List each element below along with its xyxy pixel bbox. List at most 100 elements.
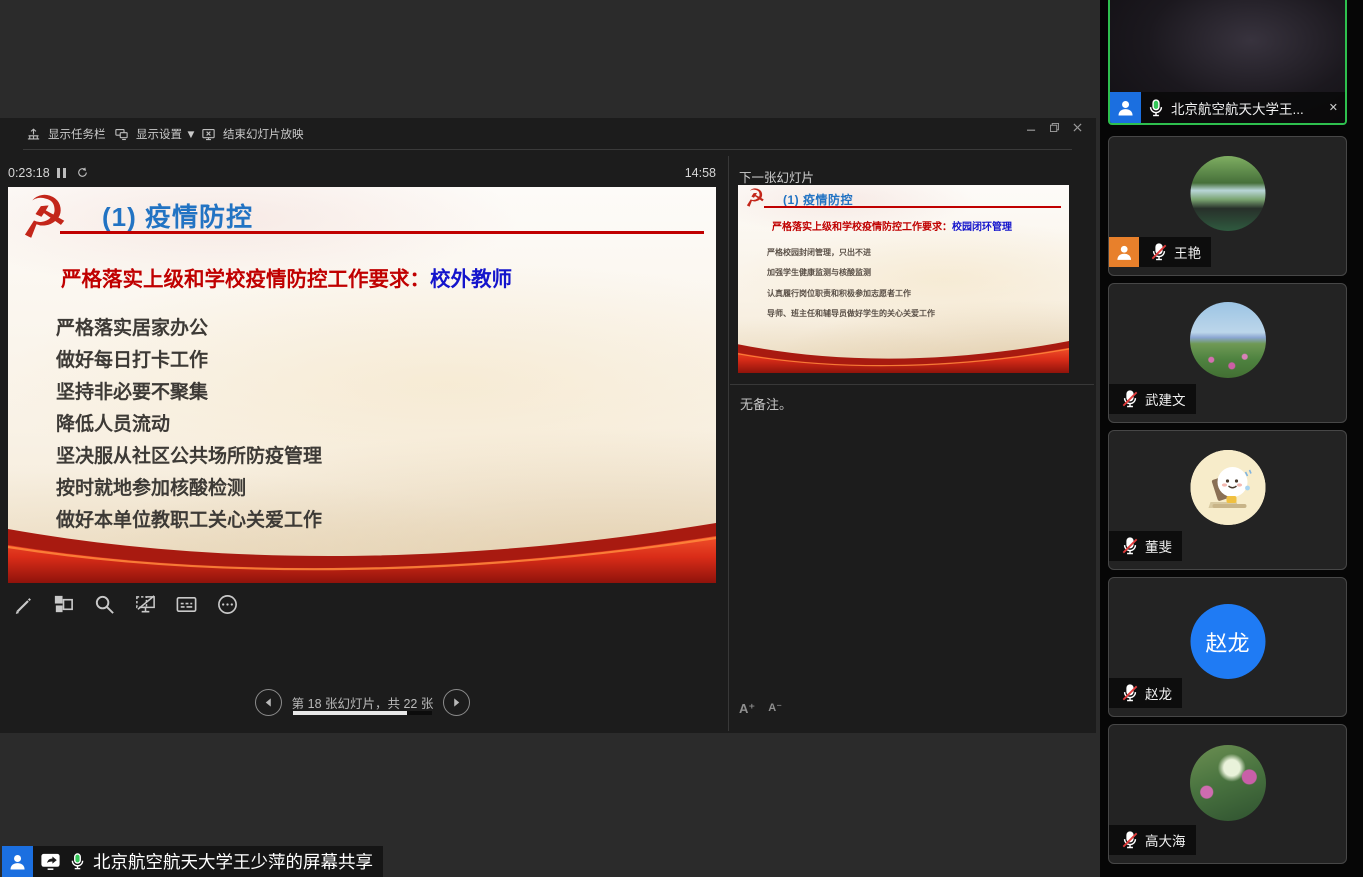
show-taskbar-button[interactable]: 显示任务栏	[26, 124, 106, 144]
participant-namechip: 武建文	[1109, 384, 1196, 414]
increase-font-button[interactable]: A⁺	[739, 701, 755, 717]
participant-tile[interactable]: 武建文	[1108, 283, 1347, 423]
participant-name: 董斐	[1145, 536, 1172, 556]
taskbar-icon	[26, 127, 41, 142]
annotation-tools	[10, 592, 239, 616]
slide-bullet: 坚决服从社区公共场所防疫管理	[56, 441, 322, 468]
notes-divider	[730, 384, 1094, 385]
slideshow-progress-bar	[293, 711, 432, 715]
notes-font-controls: A⁺ A⁻	[739, 701, 782, 717]
preview-slide-subtitle: 严格落实上级和学校疫情防控工作要求：校园闭环管理	[772, 218, 1012, 233]
participant-avatar	[1190, 450, 1265, 525]
mic-muted-icon	[1120, 536, 1140, 556]
current-slide: ☭ (1) 疫情防控 严格落实上级和学校疫情防控工作要求：校外教师 严格落实居家…	[8, 187, 716, 583]
participant-avatar	[1190, 745, 1266, 821]
participant-badge	[1110, 92, 1141, 123]
presenter-toolbar: 显示任务栏 显示设置 ▼ 结束幻灯片放映	[0, 118, 1096, 150]
participant-namechip: 高大海	[1109, 825, 1196, 855]
wall-clock: 14:58	[685, 166, 716, 180]
slide-bullet: 降低人员流动	[56, 409, 170, 436]
cartoon-avatar-graphic	[1190, 450, 1265, 525]
mic-muted-icon	[1149, 242, 1169, 262]
zoom-slide-button[interactable]	[92, 592, 116, 616]
display-settings-button[interactable]: 显示设置 ▼	[114, 124, 197, 144]
end-slideshow-label: 结束幻灯片放映	[223, 126, 304, 142]
pen-tool-button[interactable]	[10, 592, 34, 616]
subtitle-red-text: 严格落实上级和学校疫情防控工作要求：	[772, 222, 952, 233]
restore-button[interactable]	[1047, 120, 1061, 134]
pause-timer-button[interactable]	[57, 168, 66, 178]
participant-tile-speaking[interactable]: 北京航空航天大学王... ✕	[1108, 0, 1347, 125]
slide-bullet: 做好每日打卡工作	[56, 345, 208, 372]
subtitles-button[interactable]	[174, 592, 198, 616]
timer-row: 0:23:18 14:58	[8, 166, 716, 182]
subtitle-blue-text: 校外教师	[430, 268, 512, 291]
preview-bullet: 认真履行岗位职责和积极参加志愿者工作	[767, 288, 911, 299]
share-banner-chip: 北京航空航天大学王少萍的屏幕共享	[33, 846, 383, 877]
speaker-notes: 无备注。	[740, 394, 792, 413]
elapsed-timer: 0:23:18	[8, 166, 50, 180]
subtitle-red-text: 严格落实上级和学校疫情防控工作要求：	[61, 268, 430, 291]
preview-bullet: 加强学生健康监测与核酸监测	[767, 267, 871, 278]
slide-bullet: 坚持非必要不聚集	[56, 377, 208, 404]
end-slideshow-icon	[201, 127, 216, 142]
mic-muted-icon	[1120, 830, 1140, 850]
participant-tile[interactable]: 王艳	[1108, 136, 1347, 276]
person-icon	[7, 851, 28, 872]
black-screen-button[interactable]	[133, 592, 157, 616]
participant-name: 北京航空航天大学王...	[1171, 98, 1322, 118]
avatar-initials: 赵龙	[1205, 626, 1249, 658]
screen-share-icon	[39, 850, 62, 873]
slide-bullet: 按时就地参加核酸检测	[56, 473, 246, 500]
restart-timer-button[interactable]	[76, 166, 89, 182]
next-slide-preview: ☭ (1) 疫情防控 严格落实上级和学校疫情防控工作要求：校园闭环管理 严格校园…	[738, 185, 1069, 373]
panel-divider	[728, 156, 729, 731]
mic-on-icon	[68, 852, 87, 871]
share-banner-label: 北京航空航天大学王少萍的屏幕共享	[93, 849, 373, 874]
participant-avatar: 赵龙	[1190, 604, 1265, 679]
participant-avatar	[1190, 156, 1265, 231]
participant-namebar: 北京航空航天大学王... ✕	[1110, 92, 1345, 123]
participant-badge	[1109, 237, 1139, 267]
participant-tile[interactable]: 赵龙 赵龙	[1108, 577, 1347, 717]
party-emblem-icon: ☭	[14, 187, 72, 248]
mic-muted-icon	[1120, 389, 1140, 409]
subtitle-blue-text: 校园闭环管理	[952, 222, 1012, 233]
close-button[interactable]	[1070, 120, 1084, 134]
display-settings-icon	[114, 127, 129, 142]
participant-avatar	[1190, 302, 1266, 378]
minimize-button[interactable]	[1024, 120, 1038, 134]
slide-title: (1) 疫情防控	[102, 197, 253, 234]
person-icon	[1114, 242, 1134, 262]
end-slideshow-button[interactable]: 结束幻灯片放映	[201, 124, 304, 144]
title-underline	[60, 231, 704, 234]
preview-bullet: 导师、班主任和辅导员做好学生的关心关爱工作	[767, 308, 935, 319]
presenter-avatar-badge	[2, 846, 33, 877]
see-all-slides-button[interactable]	[51, 592, 75, 616]
mic-on-icon	[1146, 98, 1166, 118]
screen-share-banner: 北京航空航天大学王少萍的屏幕共享	[2, 846, 383, 877]
party-emblem-icon: ☭	[742, 186, 767, 213]
display-settings-label: 显示设置 ▼	[136, 126, 197, 142]
more-options-button[interactable]	[215, 592, 239, 616]
red-ribbon-graphic	[738, 341, 1069, 373]
participant-tile[interactable]: 高大海	[1108, 724, 1347, 864]
close-video-icon[interactable]: ✕	[1322, 101, 1345, 114]
decrease-font-button[interactable]: A⁻	[768, 701, 782, 717]
person-icon	[1115, 97, 1136, 118]
participant-name: 赵龙	[1145, 683, 1172, 703]
title-underline	[764, 206, 1061, 208]
participant-namechip: 董斐	[1109, 531, 1182, 561]
show-taskbar-label: 显示任务栏	[48, 126, 106, 142]
next-slide-button[interactable]	[443, 689, 470, 716]
window-controls	[1024, 120, 1084, 134]
participant-name: 武建文	[1145, 389, 1186, 409]
participant-tile[interactable]: 董斐	[1108, 430, 1347, 570]
powerpoint-presenter-window: 显示任务栏 显示设置 ▼ 结束幻灯片放映	[0, 118, 1096, 733]
participant-name: 高大海	[1145, 830, 1186, 850]
meeting-app-window: 显示任务栏 显示设置 ▼ 结束幻灯片放映	[0, 0, 1363, 877]
next-slide-label: 下一张幻灯片	[739, 167, 814, 186]
mic-muted-icon	[1120, 683, 1140, 703]
preview-bullet: 严格校园封闭管理，只出不进	[767, 247, 871, 258]
progress-fill	[293, 711, 407, 715]
